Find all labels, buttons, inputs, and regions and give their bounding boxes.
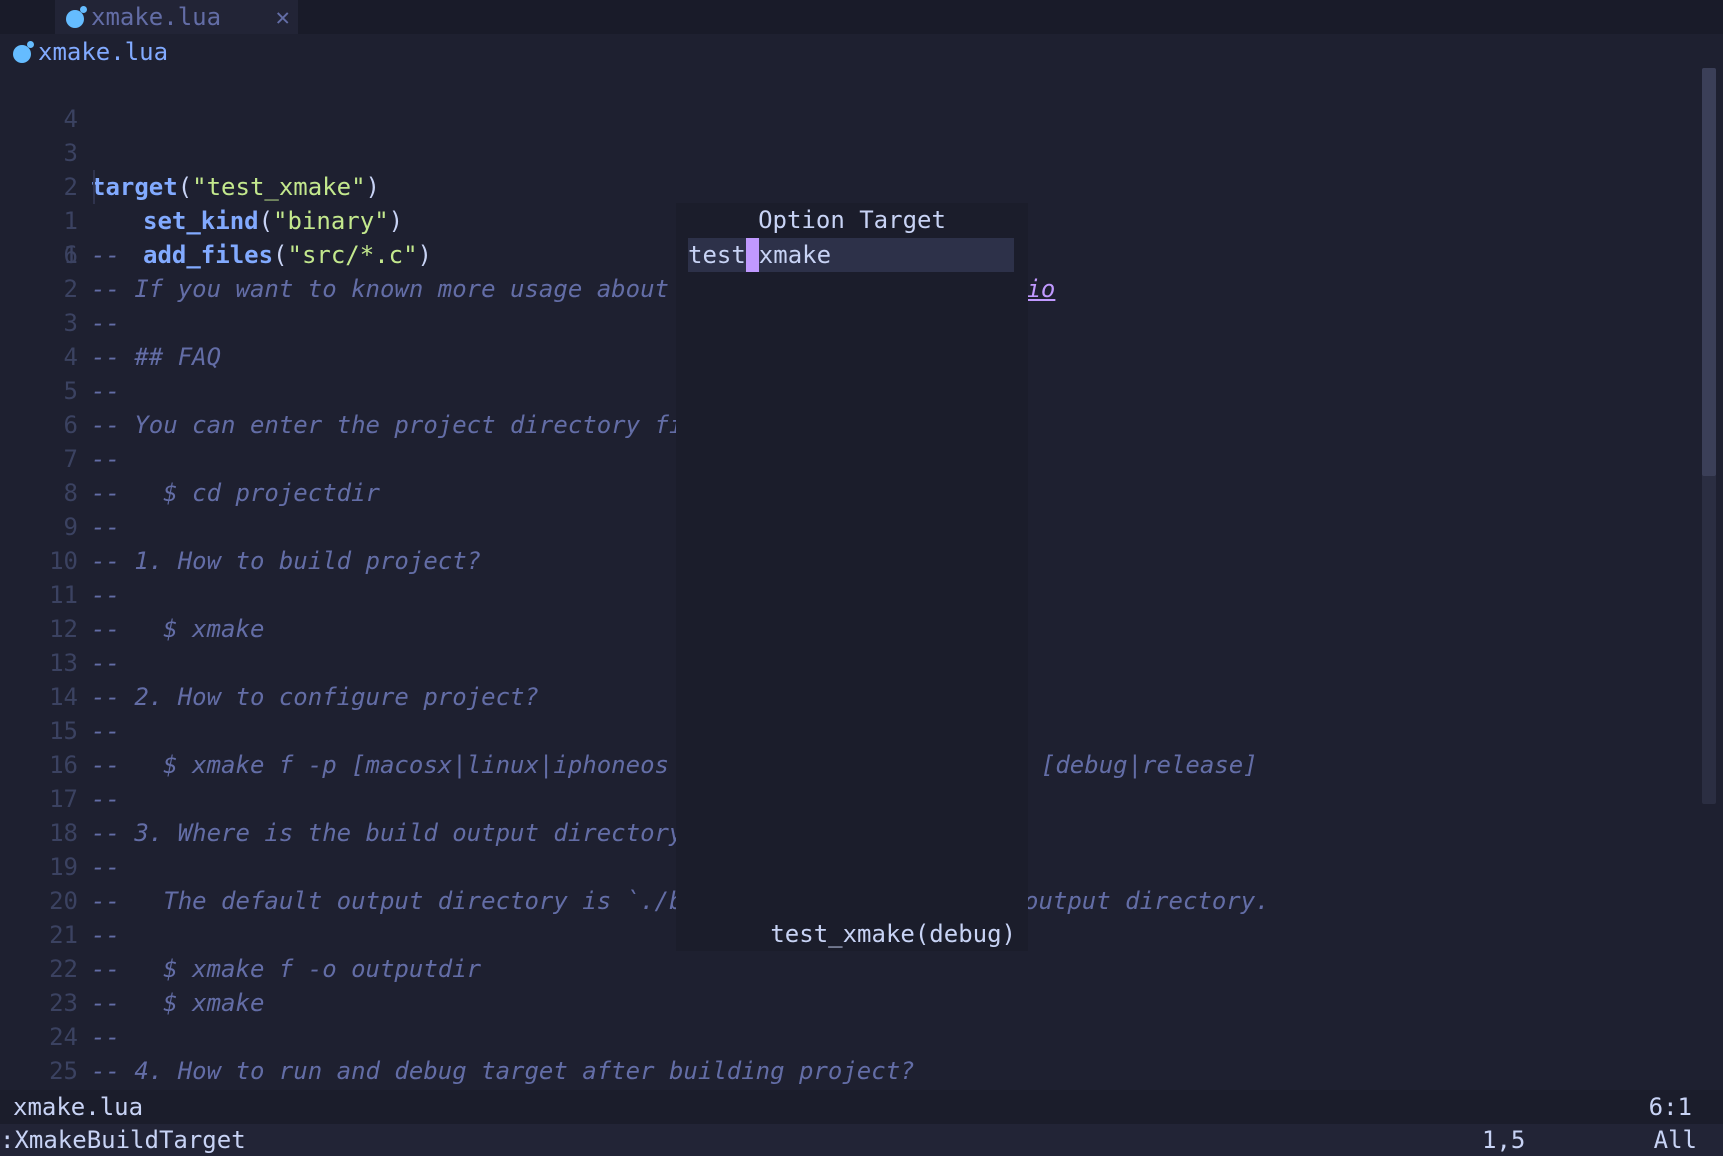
line-number: 17 (49, 785, 78, 813)
tab-title: xmake.lua (91, 3, 222, 31)
comment-text: -- (91, 445, 120, 473)
line-number: 18 (49, 819, 78, 847)
comment-text: -- (91, 785, 120, 813)
line-number: 11 (49, 581, 78, 609)
scroll-indicator: All (1653, 1126, 1697, 1154)
line-number: 4 (63, 343, 78, 371)
comment-text: -- $ xmake f -p [macosx|linux|iphoneos .… (91, 751, 727, 779)
neovim-window: xmake.lua ✕ xmake.lua 4 3 target("test_x… (0, 0, 1723, 1156)
line-number: 10 (49, 547, 78, 575)
comment-text: -- $ xmake (91, 615, 265, 643)
cursor-position: 6:1 (1648, 1093, 1692, 1121)
close-icon[interactable]: ✕ (276, 3, 290, 31)
comment-text: -- (91, 241, 120, 269)
line-number: 9 (63, 513, 78, 541)
comment-text: -- (91, 309, 120, 337)
comment-text: -- 3. Where is the build output director… (91, 819, 698, 847)
line-number: 22 (49, 955, 78, 983)
comment-line: 22 -- $ xmake f -o outputdir (0, 952, 1700, 986)
line-number: 1 (63, 241, 78, 269)
line-number: 7 (63, 445, 78, 473)
line-number: 12 (49, 615, 78, 643)
line-number: 8 (63, 479, 78, 507)
comment-text: -- 1. How to build project? (91, 547, 482, 575)
text-cursor (745, 238, 759, 272)
comment-text: -- The default output directory is `./bu… (91, 887, 742, 915)
picker-title: Option Target (758, 206, 946, 234)
comment-line: 23 -- $ xmake (0, 986, 1700, 1020)
code-line: 3 target("test_xmake") (0, 102, 1700, 201)
comment-text: -- (91, 581, 120, 609)
comment-text-suffix: m [debug|release] (1012, 751, 1258, 779)
line-number: 24 (49, 1023, 78, 1051)
comment-text: -- (91, 853, 120, 881)
indent-guide (93, 170, 95, 204)
option-target-picker: Option Target test xmake test_xmake(debu… (676, 203, 1028, 951)
line-number: 6 (63, 411, 78, 439)
tab-xmake-lua[interactable]: xmake.lua ✕ (55, 0, 298, 34)
statusline: xmake.lua 6:1 (0, 1090, 1723, 1124)
comment-text: -- You can enter the project directory f… (91, 411, 742, 439)
comment-text: -- 4. How to run and debug target after … (91, 1057, 915, 1085)
lua-file-icon (12, 41, 34, 63)
line-number: 13 (49, 649, 78, 677)
line-number: 19 (49, 853, 78, 881)
line-number: 15 (49, 717, 78, 745)
line-number: 2 (63, 275, 78, 303)
line-number: 16 (49, 751, 78, 779)
winbar: xmake.lua (0, 34, 1723, 70)
line-number: 23 (49, 989, 78, 1017)
comment-text: -- $ xmake (91, 989, 265, 1017)
scrollbar-thumb[interactable] (1702, 68, 1716, 476)
comment-text: -- (91, 377, 120, 405)
comment-text: -- (91, 717, 120, 745)
comment-text: -- ## FAQ (91, 343, 222, 371)
comment-text: -- (91, 1023, 120, 1051)
command-line[interactable]: :XmakeBuildTarget 1,5 All (0, 1124, 1723, 1156)
comment-text: -- (91, 649, 120, 677)
ruler: 1,5 (1482, 1126, 1526, 1154)
line-number: 25 (49, 1057, 78, 1085)
line-number: 5 (63, 377, 78, 405)
code-line: 2 set_kind("binary") (0, 136, 1700, 235)
comment-text: -- $ xmake f -o outputdir (91, 955, 482, 983)
comment-text: -- If you want to known more usage about… (91, 275, 742, 303)
status-filename: xmake.lua (13, 1093, 144, 1121)
command-text: :XmakeBuildTarget (0, 1126, 246, 1154)
comment-line: 25 -- 4. How to run and debug target afte… (0, 1054, 1700, 1088)
comment-text-suffix: output directory. (1024, 887, 1270, 915)
line-number: 20 (49, 887, 78, 915)
comment-text: -- $ cd projectdir (91, 479, 380, 507)
comment-text: -- (91, 921, 120, 949)
picker-selection-label: test_xmake(debug) (770, 920, 1016, 948)
tabline: xmake.lua ✕ (0, 0, 1723, 34)
comment-text: -- (91, 513, 120, 541)
code-line: 4 (0, 68, 1700, 133)
code-line: 1 add_files("src/*.c") (0, 170, 1700, 269)
line-number: 14 (49, 683, 78, 711)
comment-text: -- 2. How to configure project? (91, 683, 539, 711)
lua-file-icon (65, 6, 87, 28)
comment-line: 24 -- (0, 1020, 1700, 1054)
winbar-filename: xmake.lua (38, 38, 169, 66)
line-number: 21 (49, 921, 78, 949)
picker-input[interactable]: test xmake (688, 238, 1014, 272)
line-number: 3 (63, 309, 78, 337)
